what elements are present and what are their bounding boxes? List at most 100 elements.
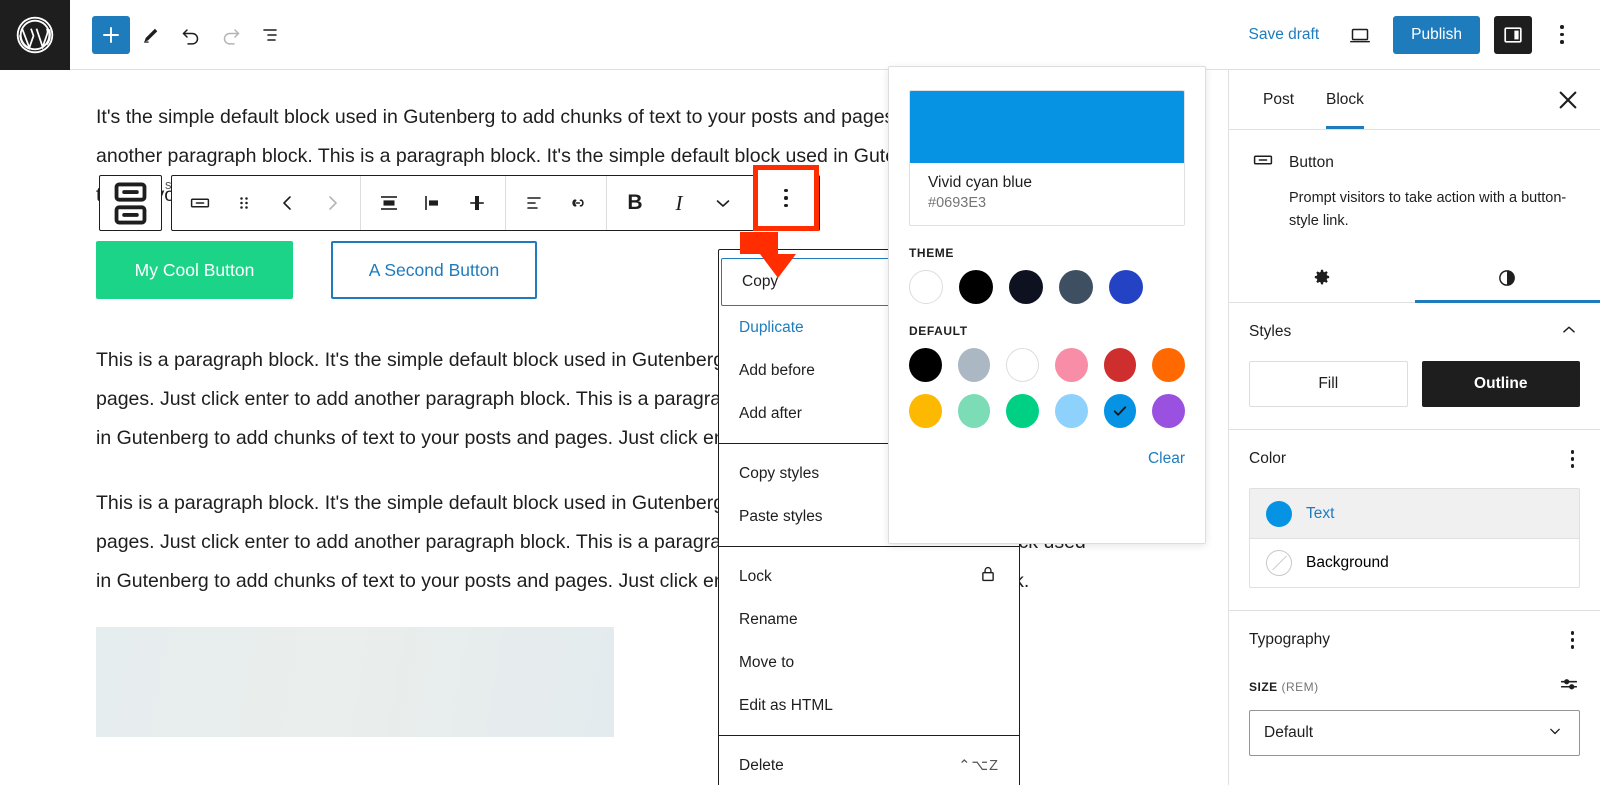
tab-settings-gear-icon[interactable]: [1229, 253, 1415, 302]
color-row-label: Background: [1306, 554, 1389, 571]
bold-button[interactable]: B: [613, 176, 657, 230]
more-rich-text-chevron-down-icon[interactable]: [701, 176, 745, 230]
align-center-icon[interactable]: [455, 176, 499, 230]
publish-button[interactable]: Publish: [1393, 15, 1480, 54]
color-row-background[interactable]: Background: [1250, 538, 1579, 587]
tab-styles-contrast-half-circle-icon[interactable]: [1414, 253, 1600, 303]
chevron-up-icon[interactable]: [1558, 319, 1580, 346]
button-block-icon: [1251, 148, 1275, 177]
default-swatch-9[interactable]: [1055, 394, 1088, 428]
a-second-button[interactable]: A Second Button: [331, 241, 537, 299]
font-size-select[interactable]: Default: [1249, 710, 1580, 756]
align-full-width-icon[interactable]: [367, 176, 411, 230]
theme-swatch-row: [889, 270, 1205, 304]
align-left-icon[interactable]: [411, 176, 455, 230]
editor-options-kebab-menu-icon[interactable]: [1546, 16, 1578, 54]
image-block-placeholder[interactable]: [96, 627, 614, 737]
top-bar-left-tools: [70, 15, 290, 54]
clear-color-button[interactable]: Clear: [889, 440, 1205, 468]
style-outline-button[interactable]: Outline: [1421, 361, 1580, 407]
desktop-preview-icon[interactable]: [1341, 16, 1379, 54]
color-preview-hex: #0693E3: [928, 195, 987, 211]
styles-section-header[interactable]: Styles: [1249, 303, 1580, 361]
drag-handle-icon[interactable]: [222, 176, 266, 230]
color-row-text[interactable]: Text: [1250, 489, 1579, 538]
block-options-kebab-menu-icon[interactable]: [753, 165, 819, 231]
default-swatch-6[interactable]: [909, 394, 942, 428]
toolbar-group-alignment: [360, 176, 505, 230]
annotation-arrow-icon: [740, 232, 796, 278]
toolbar-group-format: B I: [606, 176, 751, 230]
menu-item-label: Duplicate: [739, 318, 804, 336]
italic-button[interactable]: I: [657, 176, 701, 230]
link-icon[interactable]: [556, 176, 600, 230]
default-swatch-row-1: [889, 348, 1205, 382]
redo-button[interactable]: [212, 16, 250, 54]
menu-item-rename[interactable]: Rename: [719, 598, 1019, 641]
theme-swatch-3[interactable]: [1059, 270, 1093, 304]
color-options-kebab-menu-icon[interactable]: [1565, 444, 1581, 474]
block-title: Button: [1289, 153, 1334, 171]
menu-item-lock[interactable]: Lock: [719, 555, 1019, 598]
menu-item-label: Paste styles: [739, 507, 823, 525]
menu-item-label: Lock: [739, 567, 772, 585]
default-swatch-3[interactable]: [1055, 348, 1088, 382]
undo-button[interactable]: [172, 16, 210, 54]
default-swatch-7[interactable]: [957, 394, 991, 428]
typography-options-kebab-menu-icon[interactable]: [1565, 625, 1581, 655]
wordpress-logo-icon[interactable]: [0, 0, 70, 70]
font-size-label: SIZE (REM): [1249, 679, 1319, 694]
close-icon[interactable]: [1552, 84, 1584, 116]
default-swatch-2[interactable]: [1006, 348, 1040, 382]
typography-section-label: Typography: [1249, 631, 1330, 648]
menu-item-delete[interactable]: Delete ⌃⌥Z: [719, 744, 1019, 785]
font-size-value: Default: [1264, 724, 1314, 741]
menu-item-label: Add before: [739, 361, 815, 379]
theme-swatch-4[interactable]: [1109, 270, 1143, 304]
my-cool-button[interactable]: My Cool Button: [96, 241, 293, 299]
list-view-button[interactable]: [252, 16, 290, 54]
add-block-button[interactable]: [92, 15, 130, 54]
theme-swatch-2[interactable]: [1009, 270, 1043, 304]
menu-item-edit-as-html[interactable]: Edit as HTML: [719, 684, 1019, 727]
text-align-icon[interactable]: [512, 176, 556, 230]
menu-item-label: Copy styles: [739, 464, 820, 482]
button-block-icon[interactable]: [178, 176, 222, 230]
default-swatch-4[interactable]: [1103, 348, 1137, 382]
chevron-right-icon[interactable]: [310, 176, 354, 230]
block-mover-icon[interactable]: s: [99, 175, 172, 231]
menu-item-move-to[interactable]: Move to: [719, 641, 1019, 684]
tab-post[interactable]: Post: [1247, 70, 1310, 129]
chevron-down-icon: [1545, 721, 1565, 746]
typography-section-header: Typography: [1249, 611, 1580, 669]
save-draft-button[interactable]: Save draft: [1241, 20, 1328, 50]
default-swatch-0[interactable]: [909, 348, 942, 382]
menu-item-label: Rename: [739, 610, 798, 628]
menu-item-label: Add after: [739, 404, 802, 422]
color-preview-name: Vivid cyan blue: [928, 174, 1032, 191]
tab-block[interactable]: Block: [1310, 70, 1380, 129]
theme-swatch-1[interactable]: [959, 270, 993, 304]
settings-sidebar: Post Block Button Prompt visitors to tak…: [1228, 70, 1600, 785]
default-palette-label: DEFAULT: [909, 324, 968, 338]
default-swatch-row-2: [889, 394, 1205, 428]
style-fill-button[interactable]: Fill: [1249, 361, 1408, 407]
default-swatch-1[interactable]: [957, 348, 991, 382]
menu-group-3: Lock Rename Move to Edit as HTML: [719, 546, 1019, 735]
default-swatch-10[interactable]: [1103, 394, 1137, 428]
default-swatch-8[interactable]: [1006, 394, 1040, 428]
color-row-label: Text: [1306, 504, 1335, 522]
default-swatch-11[interactable]: [1152, 394, 1186, 428]
toolbar-group-text: [505, 176, 606, 230]
default-swatch-5[interactable]: [1152, 348, 1186, 382]
theme-palette-label: THEME: [909, 246, 954, 260]
theme-swatch-0[interactable]: [909, 270, 943, 304]
lock-icon: [977, 563, 999, 590]
settings-sidebar-toggle-button[interactable]: [1494, 15, 1532, 54]
color-preview-card: Vivid cyan blue #0693E3: [909, 90, 1185, 226]
chevron-left-icon[interactable]: [266, 176, 310, 230]
block-toolbar: s B I: [99, 165, 820, 231]
tools-pencil-button[interactable]: [132, 16, 170, 54]
color-section-label: Color: [1249, 450, 1287, 467]
sliders-icon[interactable]: [1558, 673, 1580, 700]
